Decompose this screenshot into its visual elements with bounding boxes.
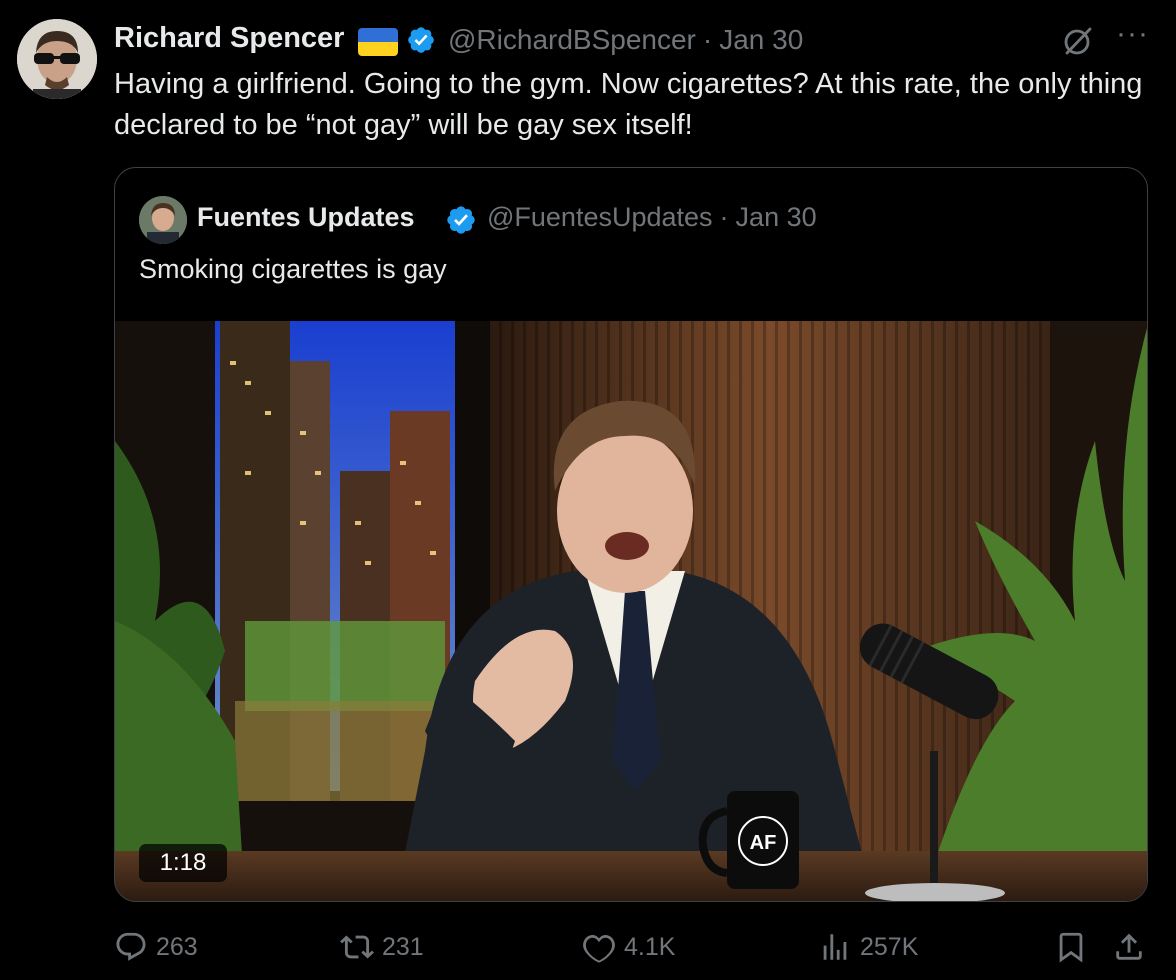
views-icon	[823, 934, 847, 960]
video-thumbnail: AF	[115, 321, 1147, 901]
separator-dot: ·	[702, 24, 713, 55]
verified-icon	[408, 27, 434, 53]
quote-author-avatar[interactable]	[139, 196, 187, 244]
bookmark-button[interactable]	[1054, 925, 1088, 969]
repost-button[interactable]: 231	[340, 925, 424, 969]
quoted-tweet[interactable]: Fuentes Updates @FuentesUpdates · Jan 30 S…	[114, 167, 1148, 902]
like-icon	[583, 934, 615, 963]
grok-icon[interactable]	[1060, 24, 1094, 58]
share-icon	[1116, 933, 1142, 960]
reply-button[interactable]: 263	[114, 925, 198, 969]
reply-icon	[116, 932, 146, 961]
quote-handle-and-date: @FuentesUpdates · Jan 30	[487, 202, 817, 233]
author-avatar[interactable]	[17, 19, 97, 99]
like-button[interactable]: 4.1K	[582, 925, 675, 969]
ukraine-flag-icon	[358, 28, 398, 56]
tweet-header: Richard Spencer @RichardBSpencer · Jan 30 …	[114, 19, 1156, 60]
quote-text: Smoking cigarettes is gay	[139, 254, 447, 284]
tweet[interactable]: Richard Spencer @RichardBSpencer · Jan 30 …	[0, 0, 1176, 980]
tweet-date[interactable]: Jan 30	[719, 24, 803, 55]
video-player[interactable]: AF 1:18	[115, 321, 1147, 901]
like-count: 4.1K	[624, 932, 676, 961]
views-button[interactable]: 257K	[818, 925, 918, 969]
author-handle[interactable]: @RichardBSpencer	[448, 24, 696, 55]
views-count: 257K	[860, 932, 919, 961]
separator-dot: ·	[719, 202, 729, 232]
share-button[interactable]	[1112, 925, 1146, 969]
tweet-text: Having a girlfriend. Going to the gym. N…	[114, 68, 1143, 141]
author-name[interactable]: Richard Spencer	[114, 22, 344, 55]
video-duration: 1:18	[139, 844, 227, 882]
reply-count: 263	[156, 932, 198, 961]
quote-author-name[interactable]: Fuentes Updates	[197, 202, 415, 233]
mug-logo: AF	[750, 832, 777, 854]
avatar-portrait	[17, 19, 97, 99]
repost-icon	[340, 935, 374, 959]
action-bar: 263 231 4.1K 257K	[0, 925, 1176, 969]
more-icon[interactable]: ···	[1116, 19, 1156, 54]
verified-icon	[447, 206, 475, 234]
quote-author-handle[interactable]: @FuentesUpdates	[487, 202, 713, 232]
author-handle-and-date: @RichardBSpencer · Jan 30	[448, 24, 803, 56]
bookmark-icon	[1059, 932, 1083, 963]
repost-count: 231	[382, 932, 424, 961]
quote-avatar-portrait	[139, 196, 187, 244]
quote-date[interactable]: Jan 30	[736, 202, 817, 232]
